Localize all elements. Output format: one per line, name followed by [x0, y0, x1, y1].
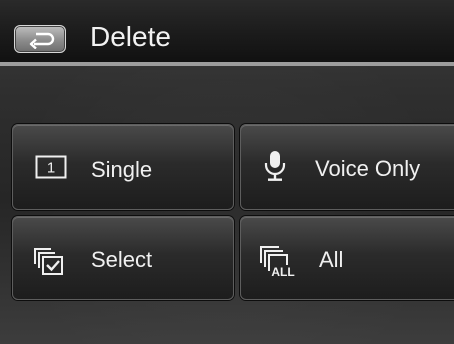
page-title: Delete — [90, 21, 171, 52]
voice-only-label: Voice Only — [315, 156, 421, 181]
select-button[interactable]: Select — [12, 216, 234, 300]
all-button[interactable]: ALL All — [240, 216, 454, 300]
back-button[interactable] — [14, 25, 66, 53]
delete-menu-screen: Delete 1 Single Voice Only Select ALL Al… — [0, 0, 454, 344]
back-arrow-icon — [29, 32, 55, 49]
voice-only-button[interactable]: Voice Only — [240, 124, 454, 210]
single-frame-icon: 1 — [35, 155, 67, 179]
single-button[interactable]: 1 Single — [12, 124, 234, 210]
microphone-icon — [264, 151, 286, 181]
single-frame-icon-number: 1 — [47, 160, 55, 177]
all-frames-icon-text: ALL — [271, 265, 294, 277]
select-label: Select — [91, 247, 153, 272]
title-bar: Delete — [0, 0, 454, 66]
select-multiple-icon — [34, 248, 63, 275]
single-label: Single — [91, 157, 153, 182]
all-frames-icon: ALL — [260, 246, 295, 277]
all-label: All — [319, 247, 344, 272]
